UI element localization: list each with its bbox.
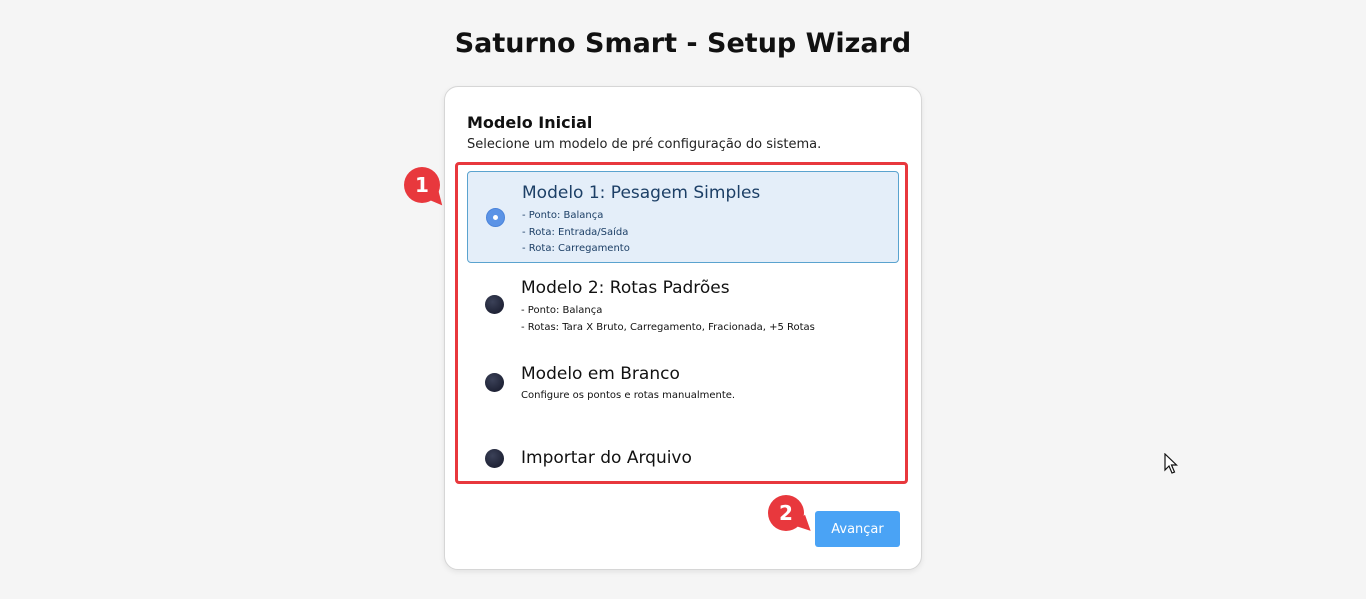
option-detail-line: - Ponto: Balança: [521, 305, 603, 316]
mouse-cursor-icon: [1164, 453, 1178, 474]
option-detail-line: - Rota: Entrada/Saída: [522, 226, 629, 238]
option-importar-arquivo[interactable]: Importar do Arquivo: [467, 437, 899, 479]
radio-button[interactable]: [485, 373, 504, 392]
section-title: Modelo Inicial: [467, 113, 593, 132]
option-detail-line: - Rota: Carregamento: [522, 243, 630, 254]
option-modelo-2[interactable]: Modelo 2: Rotas Padrões - Ponto: Balança…: [467, 267, 899, 343]
radio-button-checked[interactable]: [486, 208, 505, 227]
option-title: Modelo 1: Pesagem Simples: [522, 183, 761, 203]
radio-button[interactable]: [485, 449, 504, 468]
page: Saturno Smart - Setup Wizard Modelo Inic…: [0, 0, 1366, 599]
radio-button[interactable]: [485, 295, 504, 314]
option-title: Modelo 2: Rotas Padrões: [521, 278, 730, 298]
option-details: - Ponto: Balança - Rotas: Tara X Bruto, …: [521, 303, 815, 336]
option-detail-line: Configure os pontos e rotas manualmente.: [521, 390, 736, 401]
option-detail-line: - Ponto: Balança: [522, 210, 604, 221]
section-subtitle: Selecione um modelo de pré configuração …: [467, 137, 822, 152]
page-title: Saturno Smart - Setup Wizard: [454, 28, 912, 59]
option-detail-line: - Rotas: Tara X Bruto, Carregamento, Fra…: [521, 321, 815, 333]
wizard-card: Modelo Inicial Selecione um modelo de pr…: [444, 86, 922, 570]
option-title: Modelo em Branco: [521, 364, 680, 384]
option-title: Importar do Arquivo: [521, 448, 692, 468]
next-button[interactable]: Avançar: [815, 511, 900, 547]
option-details: - Ponto: Balança - Rota: Entrada/Saída -…: [522, 208, 630, 258]
option-modelo-1[interactable]: Modelo 1: Pesagem Simples - Ponto: Balan…: [467, 171, 899, 263]
annotation-marker-2: 2: [768, 495, 804, 531]
annotation-marker-1: 1: [404, 167, 440, 203]
option-modelo-em-branco[interactable]: Modelo em Branco Configure os pontos e r…: [467, 353, 899, 419]
option-details: Configure os pontos e rotas manualmente.: [521, 388, 735, 405]
